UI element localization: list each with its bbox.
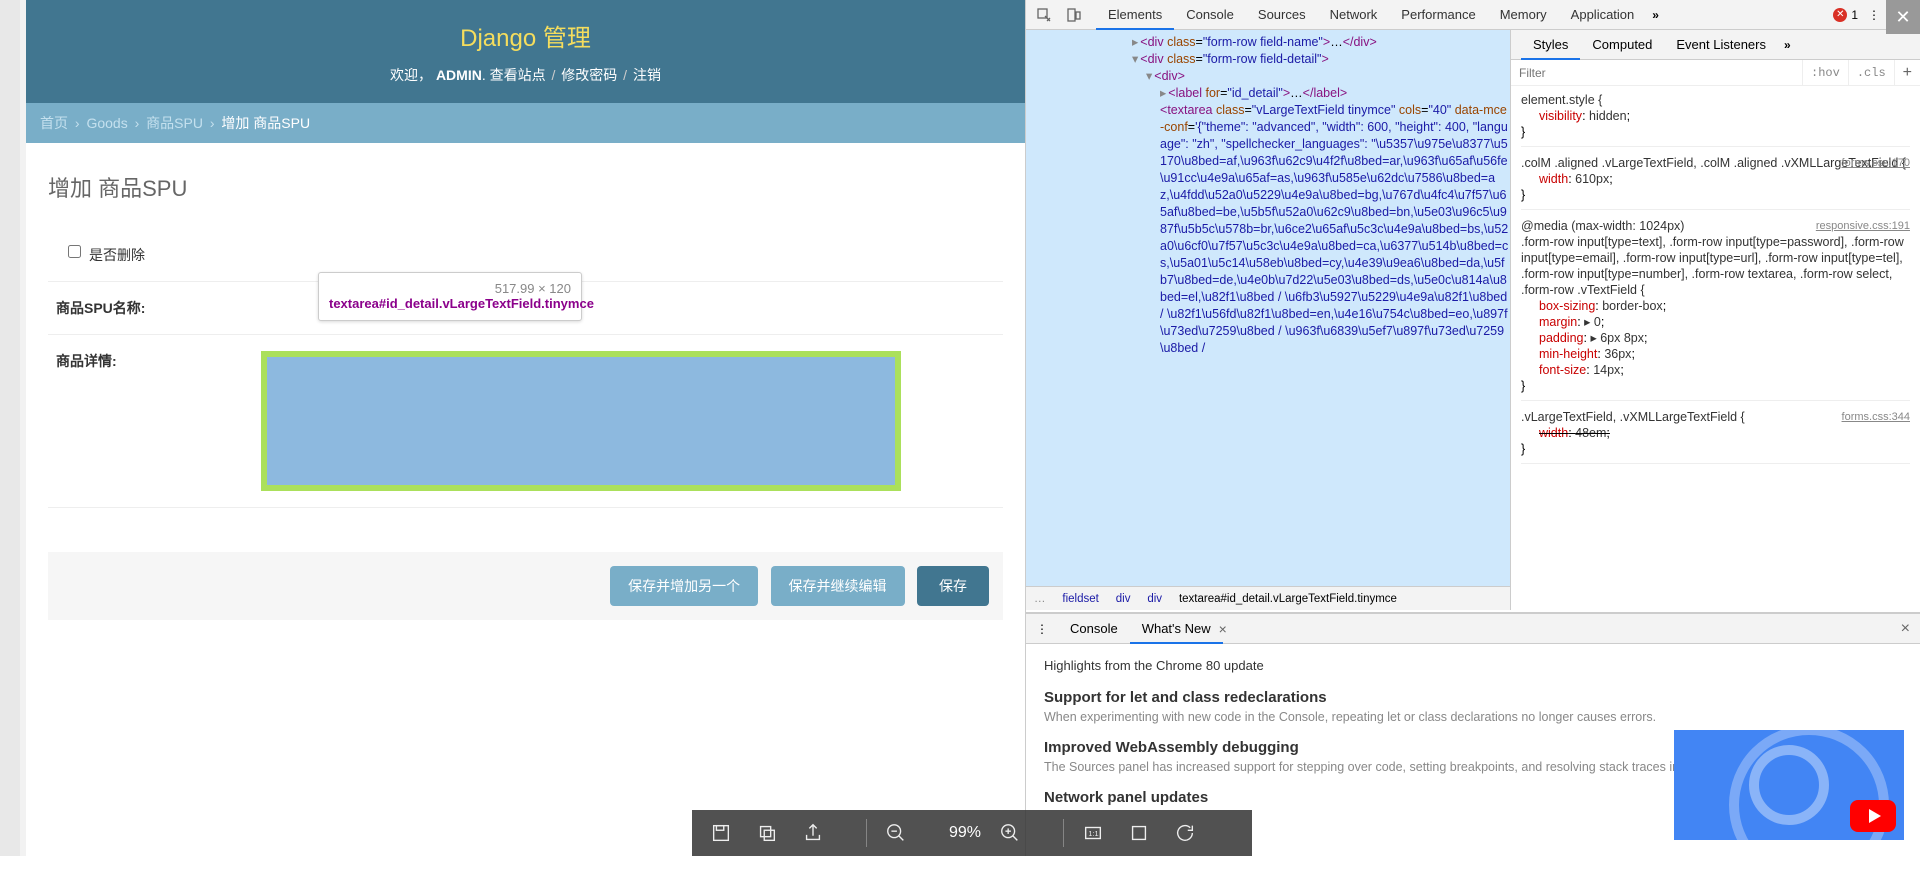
save-continue-button[interactable]: 保存并继续编辑 [771,566,905,606]
stab-computed[interactable]: Computed [1580,30,1664,60]
change-password-link[interactable]: 修改密码 [561,67,617,83]
youtube-play-icon[interactable] [1850,800,1896,832]
window-icon[interactable] [1128,822,1150,844]
admin-username: ADMIN [436,67,482,83]
tab-performance[interactable]: Performance [1389,0,1487,30]
styles-panel: Styles Computed Event Listeners » :hov .… [1511,30,1920,610]
crumb-textarea[interactable]: textarea#id_detail.vLargeTextField.tinym… [1179,593,1397,605]
devtools-pane: ✕ Elements Console Sources Network Perfo… [1025,0,1920,856]
drawer-tabbar: ⋮ Console What's New × × [1026,614,1920,644]
zoom-out-icon[interactable] [885,822,907,844]
devtools-main: ▸<div class="form-row field-name">…</div… [1026,30,1920,610]
drawer-menu-icon[interactable]: ⋮ [1036,622,1048,636]
refresh-icon[interactable] [1174,822,1196,844]
copy-icon[interactable] [756,822,778,844]
drawer-tab-close-icon[interactable]: × [1219,621,1227,637]
tabs-overflow-icon[interactable]: » [1652,8,1659,22]
tooltip-selector: textarea#id_detail.vLargeTextField.tinym… [329,296,594,311]
crumb-div1[interactable]: div [1116,593,1131,605]
tooltip-dims: 517.99 × 120 [495,281,571,296]
drawer-close-icon[interactable]: × [1901,620,1910,638]
breadcrumb: 首页 › Goods › 商品SPU › 增加 商品SPU [26,103,1025,143]
detail-label: 商品详情: [56,351,261,371]
video-graphic-icon [1749,745,1829,825]
detail-row: 商品详情: [48,335,1003,508]
breadcrumb-spu[interactable]: 商品SPU [146,115,203,131]
drawer-tab-whatsnew[interactable]: What's New [1130,614,1223,644]
whatsnew-heading: Highlights from the Chrome 80 update [1044,658,1902,673]
breadcrumb-home[interactable]: 首页 [40,115,68,131]
devtools-close-button[interactable]: ✕ [1886,0,1920,34]
is-deleted-label: 是否删除 [89,245,145,265]
spu-name-row: 商品SPU名称: 517.99 × 120 textarea#id_detail… [48,282,1003,335]
styles-filter-row: :hov .cls + [1511,60,1920,86]
zoom-level: 99% [949,824,981,842]
hov-toggle[interactable]: :hov [1802,60,1848,86]
breadcrumb-current: 增加 商品SPU [221,115,310,131]
user-bar: 欢迎， ADMIN. 查看站点 / 修改密码 / 注销 [26,61,1025,103]
detail-textarea-highlight[interactable] [261,351,901,491]
toolbar-separator [866,819,867,847]
tab-elements[interactable]: Elements [1096,0,1174,30]
styles-tabs-more-icon[interactable]: » [1784,38,1791,52]
zoom-in-icon[interactable] [999,822,1021,844]
stab-events[interactable]: Event Listeners [1664,30,1778,60]
is-deleted-checkbox[interactable] [68,245,81,258]
styles-rules[interactable]: element.style {visibility: hidden;}forms… [1511,86,1920,478]
submit-row: 保存并增加另一个 保存并继续编辑 保存 [48,552,1003,620]
view-site-link[interactable]: 查看站点 [490,67,546,83]
new-style-rule-icon[interactable]: + [1894,60,1920,86]
crumb-overflow[interactable]: … [1034,593,1046,605]
inspect-element-icon[interactable] [1036,7,1052,23]
drawer-body: Highlights from the Chrome 80 update Sup… [1026,644,1920,834]
page-title: 增加 商品SPU [48,171,1003,203]
error-count: 1 [1851,8,1858,22]
toolbar-separator-2 [1063,819,1064,847]
devtools-tabbar: Elements Console Sources Network Perform… [1026,0,1920,30]
site-title: Django 管理 [26,0,1025,61]
device-toolbar-icon[interactable] [1066,7,1082,23]
welcome-text: 欢迎， [390,67,432,83]
tab-sources[interactable]: Sources [1246,0,1318,30]
spu-name-label: 商品SPU名称: [56,298,261,318]
save-add-another-button[interactable]: 保存并增加另一个 [610,566,758,606]
tab-application[interactable]: Application [1559,0,1647,30]
tab-console[interactable]: Console [1174,0,1246,30]
django-header: Django 管理 欢迎， ADMIN. 查看站点 / 修改密码 / 注销 [26,0,1025,103]
django-content: Django 管理 欢迎， ADMIN. 查看站点 / 修改密码 / 注销 首页… [26,0,1025,856]
styles-tabbar: Styles Computed Event Listeners » [1511,30,1920,60]
page-body: 增加 商品SPU 是否删除 商品SPU名称: 517.99 × 120 text… [26,143,1025,648]
fit-icon[interactable]: 1:1 [1082,822,1104,844]
svg-text:1:1: 1:1 [1088,829,1098,838]
whatsnew-item-title: Support for let and class redeclarations [1044,689,1902,706]
save-button[interactable]: 保存 [917,566,989,606]
left-host-scrollbar[interactable] [0,0,20,856]
error-indicator[interactable]: ✕ 1 [1833,8,1858,22]
dom-tree[interactable]: ▸<div class="form-row field-name">…</div… [1026,30,1510,590]
elements-panel: ▸<div class="form-row field-name">…</div… [1026,30,1511,610]
breadcrumb-goods[interactable]: Goods [86,115,127,131]
devtools-menu-icon[interactable]: ⋮ [1868,8,1880,22]
dom-breadcrumb[interactable]: … fieldset div div textarea#id_detail.vL… [1026,586,1510,610]
tab-network[interactable]: Network [1318,0,1390,30]
save-icon[interactable] [710,822,732,844]
cls-toggle[interactable]: .cls [1848,60,1894,86]
screenshot-toolbar: 99% 1:1 [692,810,1252,856]
django-admin-pane: Django 管理 欢迎， ADMIN. 查看站点 / 修改密码 / 注销 首页… [0,0,1025,856]
drawer-tab-console[interactable]: Console [1058,614,1130,644]
logout-link[interactable]: 注销 [633,67,661,83]
error-badge-icon: ✕ [1833,8,1847,22]
crumb-fieldset[interactable]: fieldset [1062,593,1098,605]
stab-styles[interactable]: Styles [1521,30,1580,60]
tab-memory[interactable]: Memory [1488,0,1559,30]
element-inspector-tooltip: 517.99 × 120 textarea#id_detail.vLargeTe… [318,272,582,321]
selected-textarea-node[interactable]: <textarea class="vLargeTextField tinymce… [1132,102,1510,357]
crumb-div2[interactable]: div [1147,593,1162,605]
styles-filter-input[interactable] [1511,66,1802,80]
whatsnew-item-desc: When experimenting with new code in the … [1044,710,1902,725]
share-icon[interactable] [802,822,824,844]
